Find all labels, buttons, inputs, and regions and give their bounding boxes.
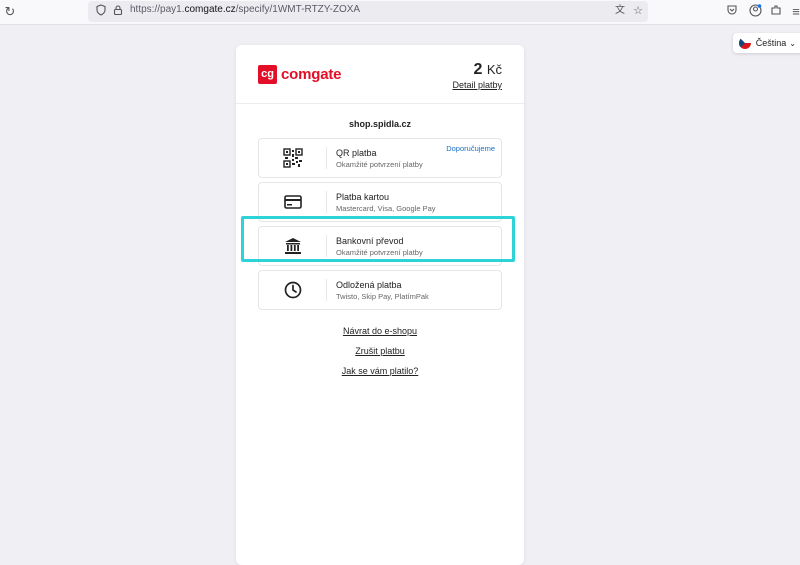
amount-currency: Kč [486,62,502,77]
method-bank-transfer[interactable]: Bankovní převod Okamžité potvrzení platb… [258,226,502,266]
browser-toolbar: ↻ https://pay1.comgate.cz/specify/1WMT-R… [0,0,800,25]
feedback-link[interactable]: Jak se vám platilo? [236,366,524,376]
comgate-logo: cg comgate [258,65,341,84]
method-subtitle: Okamžité potvrzení platby [336,160,423,169]
account-icon[interactable] [747,4,763,20]
menu-icon[interactable]: ≡ [788,4,800,20]
chevron-down-icon: ⌄ [789,38,796,48]
language-selector[interactable]: Čeština ⌄ [732,33,800,53]
extensions-icon[interactable] [768,4,784,20]
bank-icon [283,236,303,256]
page-content: Čeština ⌄ cg comgate 2 Kč Detail platby … [0,25,800,565]
czech-flag-icon [738,37,751,49]
bookmark-star-icon[interactable]: ☆ [631,4,645,18]
method-qr-payment[interactable]: QR platba Okamžité potvrzení platby Dopo… [258,138,502,178]
url-prefix: https://pay1. [130,4,185,15]
payment-card: cg comgate 2 Kč Detail platby shop.spidl… [236,45,524,565]
method-card-payment[interactable]: Platba kartou Mastercard, Visa, Google P… [258,182,502,222]
clock-icon [283,280,303,300]
payment-amount: 2 Kč [473,61,502,79]
method-subtitle: Mastercard, Visa, Google Pay [336,204,436,213]
method-title: Bankovní převod [336,236,404,246]
method-subtitle: Twisto, Skip Pay, PlatímPak [336,292,429,301]
logo-text: comgate [281,66,342,83]
url-text[interactable]: https://pay1.comgate.cz/specify/1WMT-RTZ… [130,4,360,15]
method-title: QR platba [336,148,377,158]
pocket-icon[interactable] [724,4,740,20]
address-bar[interactable]: https://pay1.comgate.cz/specify/1WMT-RTZ… [88,1,648,22]
language-label: Čeština [755,38,787,48]
reload-icon[interactable]: ↻ [2,4,18,20]
card-header: cg comgate 2 Kč Detail platby [236,45,524,104]
recommended-badge: Doporučujeme [446,144,495,153]
method-title: Odložená platba [336,280,402,290]
credit-card-icon [283,192,303,212]
logo-mark: cg [258,65,277,84]
url-path: /specify/1WMT-RTZY-ZOXA [235,4,361,15]
shield-icon[interactable] [94,4,108,18]
amount-value: 2 [473,61,483,78]
payment-detail-link[interactable]: Detail platby [452,80,502,90]
return-to-eshop-link[interactable]: Návrat do e-shopu [236,326,524,336]
method-title: Platba kartou [336,192,390,202]
method-subtitle: Okamžité potvrzení platby [336,248,423,257]
url-domain: comgate.cz [184,4,236,15]
qr-code-icon [283,148,303,168]
shop-name: shop.spidla.cz [348,119,411,129]
method-deferred-payment[interactable]: Odložená platba Twisto, Skip Pay, Platím… [258,270,502,310]
translate-icon[interactable]: 文 [613,4,627,18]
cancel-payment-link[interactable]: Zrušit platbu [236,346,524,356]
lock-icon[interactable] [111,4,125,18]
